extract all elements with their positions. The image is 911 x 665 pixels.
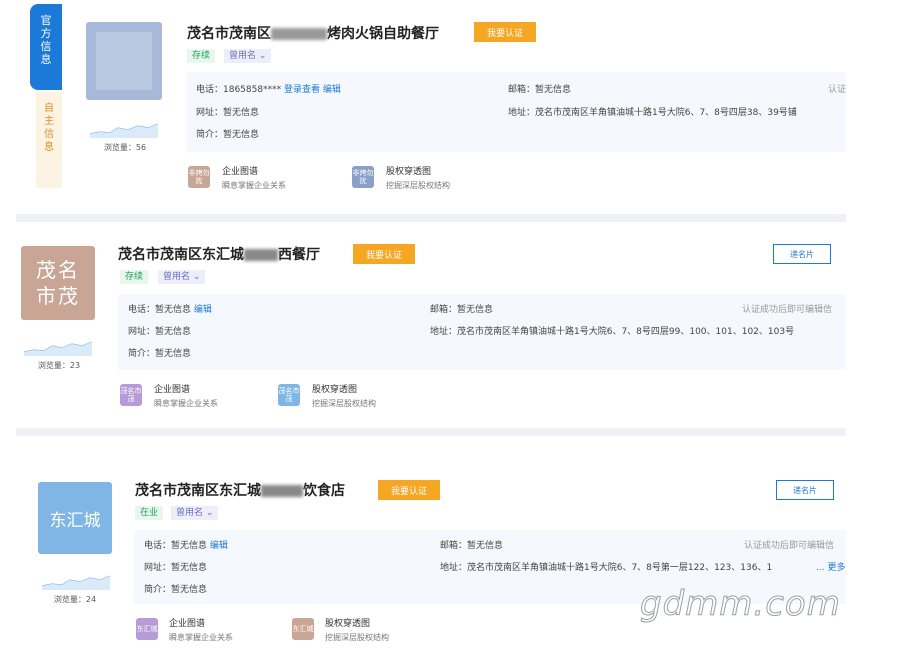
company-logo: 茂名市茂 — [21, 246, 95, 320]
tab-official-info[interactable]: 官方信息 — [30, 4, 62, 90]
address-field: 地址：茂名市茂南区羊角镇油城十路1号大院6、7、8号四层99、100、101、1… — [430, 327, 795, 337]
enterprise-graph-link[interactable]: 企业图谱 — [222, 164, 258, 177]
equity-chart-desc: 挖掘深层股权结构 — [325, 633, 389, 642]
views-sparkline-icon — [41, 575, 111, 590]
company-logo: 东汇城 — [38, 482, 112, 554]
views-sparkline-icon — [23, 341, 93, 356]
website-field: 网址：暂无信息 — [196, 108, 260, 118]
edit-link[interactable]: 编辑 — [194, 305, 212, 315]
verify-button[interactable]: 我要认证 — [353, 244, 415, 264]
blurred-logo-icon — [96, 32, 152, 90]
former-name-dropdown[interactable]: 曾用名 ⌄ — [171, 506, 219, 520]
verify-hint: 认证成功后即可编辑信 — [744, 541, 835, 551]
phone-field: 电话：暂无信息 编辑 — [128, 305, 212, 315]
intro-field: 简介：暂无信息 — [128, 349, 192, 359]
email-field: 邮箱：暂无信息 — [440, 541, 504, 551]
enterprise-graph-desc: 瞬息掌握企业关系 — [154, 399, 218, 408]
equity-chart-icon[interactable]: 茂名市茂 — [278, 384, 300, 406]
verify-button[interactable]: 我要认证 — [474, 22, 536, 42]
verify-hint: 认证 — [828, 85, 847, 95]
email-field: 邮箱：暂无信息 — [430, 305, 494, 315]
card-separator — [16, 214, 846, 222]
address-more-link[interactable]: ... 更多 — [816, 560, 845, 573]
company-card-2: 茂名市茂 浏览量：23 茂名市茂南区东汇城 西餐厅 我要认证 递名片 存续 曾用名… — [16, 226, 846, 426]
enterprise-graph-icon[interactable]: 非烤勿扰 — [188, 166, 210, 188]
equity-chart-desc: 挖掘深层股权结构 — [386, 181, 450, 190]
card-separator — [16, 428, 846, 436]
equity-chart-desc: 挖掘深层股权结构 — [312, 399, 376, 408]
views-count: 浏览量：24 — [53, 595, 97, 604]
enterprise-graph-desc: 瞬息掌握企业关系 — [222, 181, 286, 190]
phone-field: 电话：1865858**** 登录查看 编辑 — [196, 85, 341, 95]
company-logo — [86, 22, 162, 100]
login-view-link[interactable]: 登录查看 — [284, 85, 320, 95]
enterprise-graph-desc: 瞬息掌握企业关系 — [169, 633, 233, 642]
equity-chart-link[interactable]: 股权穿透图 — [325, 616, 370, 629]
views-count: 浏览量：56 — [103, 143, 147, 152]
former-name-dropdown[interactable]: 曾用名 ⌄ — [158, 270, 206, 284]
watermark: gdmm.com — [640, 584, 841, 625]
status-badge: 存续 — [187, 49, 216, 63]
website-field: 网址：暂无信息 — [144, 563, 208, 573]
verify-button[interactable]: 我要认证 — [378, 480, 440, 500]
equity-chart-link[interactable]: 股权穿透图 — [312, 382, 357, 395]
company-card-1: 官方信息 自主信息 浏览量：56 茂名市茂南区 烤肉火锅自助餐厅 我要认证 存续 … — [16, 0, 846, 192]
enterprise-graph-icon[interactable]: 东汇城 — [136, 618, 158, 640]
views-sparkline-icon — [89, 123, 159, 138]
intro-field: 简介：暂无信息 — [144, 585, 208, 595]
company-title[interactable]: 茂名市茂南区东汇城 饮食店 — [135, 480, 345, 500]
verify-hint: 认证成功后即可编辑信 — [742, 305, 833, 315]
info-panel: 电话：1865858**** 登录查看 编辑 邮箱：暂无信息 认证 网址：暂无信… — [186, 72, 846, 152]
equity-chart-icon[interactable]: 东汇城 — [292, 618, 314, 640]
edit-link[interactable]: 编辑 — [210, 541, 228, 551]
company-title[interactable]: 茂名市茂南区东汇城 西餐厅 — [118, 244, 320, 264]
company-card-3: 东汇城 浏览量：24 茂名市茂南区东汇城 饮食店 我要认证 递名片 在业 曾用名 … — [16, 462, 846, 662]
equity-chart-icon[interactable]: 非烤勿扰 — [352, 166, 374, 188]
info-panel: 电话：暂无信息 编辑 邮箱：暂无信息 认证成功后即可编辑信 网址：暂无信息 地址… — [118, 294, 846, 370]
phone-field: 电话：暂无信息 编辑 — [144, 541, 228, 551]
address-field: 地址：茂名市茂南区羊角镇油城十路1号大院6、7、8号四层38、39号铺 — [508, 108, 797, 118]
company-title[interactable]: 茂名市茂南区 烤肉火锅自助餐厅 — [187, 23, 439, 43]
status-badge: 存续 — [120, 270, 149, 284]
name-card-button[interactable]: 递名片 — [776, 480, 834, 500]
email-field: 邮箱：暂无信息 — [508, 85, 572, 95]
former-name-dropdown[interactable]: 曾用名 ⌄ — [224, 49, 272, 63]
intro-field: 简介：暂无信息 — [196, 130, 260, 140]
name-card-button[interactable]: 递名片 — [773, 244, 831, 264]
equity-chart-link[interactable]: 股权穿透图 — [386, 164, 431, 177]
edit-link[interactable]: 编辑 — [323, 85, 341, 95]
address-field: 地址：茂名市茂南区羊角镇油城十路1号大院6、7、8号第一层122、123、136… — [440, 563, 773, 573]
website-field: 网址：暂无信息 — [128, 327, 192, 337]
status-badge: 在业 — [135, 506, 164, 520]
enterprise-graph-link[interactable]: 企业图谱 — [169, 616, 205, 629]
enterprise-graph-icon[interactable]: 茂名市茂 — [120, 384, 142, 406]
tab-self-info[interactable]: 自主信息 — [36, 92, 62, 188]
views-count: 浏览量：23 — [37, 361, 81, 370]
enterprise-graph-link[interactable]: 企业图谱 — [154, 382, 190, 395]
